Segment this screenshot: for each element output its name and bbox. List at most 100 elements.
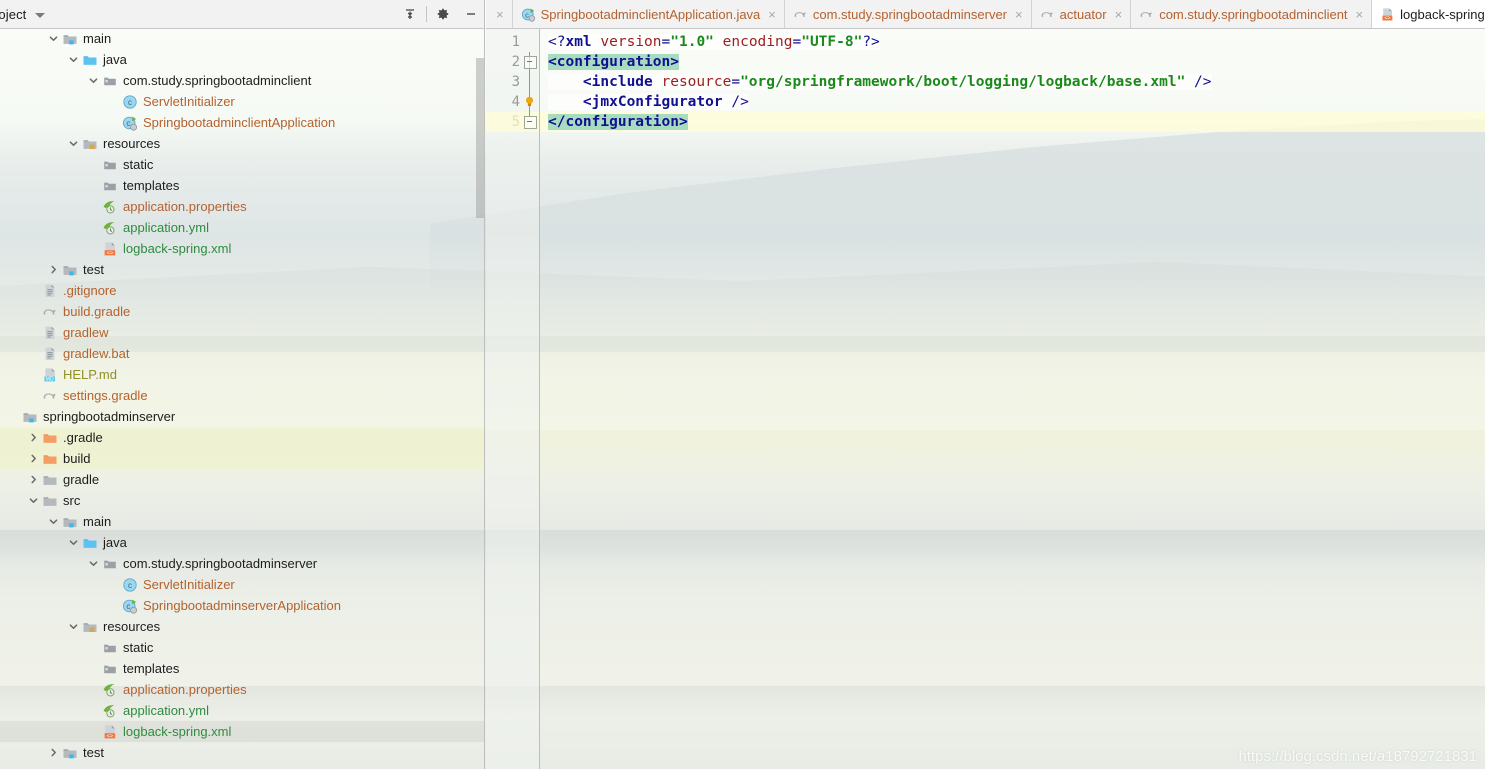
chevron-down-icon[interactable] — [68, 54, 79, 65]
tree-row[interactable]: c SpringbootadminclientApplication — [0, 112, 485, 133]
editor-tab[interactable]: com.study.springbootadminclient × — [1131, 0, 1373, 28]
tree-row[interactable]: springbootadminserver — [0, 406, 485, 427]
spring-properties-icon — [102, 682, 118, 698]
code-token: = — [792, 34, 802, 50]
tree-row[interactable]: c ServletInitializer — [0, 574, 485, 595]
tree-scrollbar-thumb[interactable] — [476, 58, 484, 218]
tree-row[interactable]: application.properties — [0, 196, 485, 217]
close-icon[interactable]: × — [1115, 8, 1123, 21]
tree-row[interactable]: gradle — [0, 469, 485, 490]
folder-icon — [102, 178, 118, 194]
code-line[interactable]: <include resource="org/springframework/b… — [548, 72, 1212, 92]
fold-end-icon[interactable] — [524, 116, 537, 129]
project-tree[interactable]: main java com.study.springbootadminclient c… — [0, 28, 485, 769]
file-icon — [42, 283, 58, 299]
close-icon[interactable]: × — [1356, 8, 1364, 21]
tree-row[interactable]: application.yml — [0, 217, 485, 238]
chevron-right-icon[interactable] — [28, 474, 39, 485]
tree-row[interactable]: java — [0, 49, 485, 70]
gear-icon[interactable] — [429, 0, 457, 28]
chevron-right-icon[interactable] — [28, 432, 39, 443]
tree-row[interactable]: static — [0, 637, 485, 658]
code-token: <configuration> — [548, 54, 679, 70]
code-line[interactable]: </configuration> — [548, 112, 688, 132]
svg-text:<>: <> — [107, 733, 113, 739]
editor-tab[interactable]: × — [486, 0, 513, 28]
tree-row-label: gradlew — [63, 325, 109, 340]
tree-row[interactable]: settings.gradle — [0, 385, 485, 406]
tree-row-label: test — [83, 745, 104, 760]
tree-row-label: build.gradle — [63, 304, 131, 319]
tree-row[interactable]: build.gradle — [0, 301, 485, 322]
tree-row[interactable]: <> logback-spring.xml — [0, 721, 485, 742]
class-icon: c — [122, 94, 138, 110]
tree-row[interactable]: c ServletInitializer — [0, 91, 485, 112]
tree-row[interactable]: com.study.springbootadminserver — [0, 553, 485, 574]
panel-toolbar — [396, 0, 485, 28]
code-editor[interactable]: 12345 <?xml version="1.0" encoding="UTF-… — [486, 28, 1485, 769]
panel-divider[interactable] — [484, 0, 485, 769]
chevron-down-icon[interactable] — [48, 33, 59, 44]
tree-row[interactable]: .gradle — [0, 427, 485, 448]
tree-row-label: gradle — [63, 472, 100, 487]
tree-row[interactable]: templates — [0, 658, 485, 679]
tree-row[interactable]: com.study.springbootadminclient — [0, 70, 485, 91]
tree-row[interactable]: c SpringbootadminserverApplication — [0, 595, 485, 616]
chevron-down-icon[interactable] — [68, 621, 79, 632]
tree-row-label: com.study.springbootadminclient — [123, 73, 312, 88]
tree-row[interactable]: application.properties — [0, 679, 485, 700]
fold-collapse-icon[interactable] — [524, 56, 537, 69]
gradle-icon — [793, 7, 808, 22]
tree-row[interactable]: .gitignore — [0, 280, 485, 301]
tree-row-label: SpringbootadminclientApplication — [143, 115, 336, 130]
tree-row[interactable]: src — [0, 490, 485, 511]
editor-tab[interactable]: <> logback-spring — [1372, 0, 1485, 28]
chevron-down-icon[interactable] — [28, 495, 39, 506]
editor-tab[interactable]: c SpringbootadminclientApplication.java × — [513, 0, 785, 28]
tree-row[interactable]: main — [0, 511, 485, 532]
tree-row[interactable]: gradlew.bat — [0, 343, 485, 364]
editor-tab[interactable]: actuator × — [1032, 0, 1132, 28]
svg-text:<>: <> — [107, 250, 113, 256]
minimize-icon[interactable] — [457, 0, 485, 28]
editor-gutter[interactable]: 12345 — [486, 28, 540, 769]
tree-row[interactable]: java — [0, 532, 485, 553]
chevron-right-icon[interactable] — [28, 453, 39, 464]
chevron-down-icon[interactable] — [35, 12, 46, 18]
tree-row[interactable]: templates — [0, 175, 485, 196]
tree-row[interactable]: resources — [0, 133, 485, 154]
svg-text:c: c — [126, 119, 130, 128]
line-number: 2 — [511, 54, 520, 70]
chevron-down-icon[interactable] — [68, 138, 79, 149]
collapse-all-icon[interactable] — [396, 0, 424, 28]
code-line[interactable]: <configuration> — [548, 52, 679, 72]
tree-row[interactable]: static — [0, 154, 485, 175]
editor-tab-label: SpringbootadminclientApplication.java — [540, 6, 761, 22]
chevron-down-icon[interactable] — [48, 516, 59, 527]
close-icon[interactable]: × — [496, 8, 504, 21]
tree-row[interactable]: gradlew — [0, 322, 485, 343]
chevron-right-icon[interactable] — [48, 747, 59, 758]
close-icon[interactable]: × — [1015, 8, 1023, 21]
editor-tab[interactable]: com.study.springbootadminserver × — [785, 0, 1032, 28]
chevron-down-icon[interactable] — [68, 537, 79, 548]
tree-row[interactable]: application.yml — [0, 700, 485, 721]
tree-row[interactable]: MD HELP.md — [0, 364, 485, 385]
chevron-right-icon[interactable] — [48, 264, 59, 275]
tree-row[interactable]: test — [0, 742, 485, 763]
tree-row[interactable]: resources — [0, 616, 485, 637]
code-line[interactable]: <jmxConfigurator /> — [548, 92, 749, 112]
spring-properties-icon — [102, 199, 118, 215]
tree-row-label: test — [83, 262, 104, 277]
tree-row[interactable]: main — [0, 28, 485, 49]
close-icon[interactable]: × — [768, 8, 776, 21]
chevron-down-icon[interactable] — [88, 75, 99, 86]
tree-row[interactable]: test — [0, 259, 485, 280]
tree-row[interactable]: <> logback-spring.xml — [0, 238, 485, 259]
intention-bulb-icon[interactable] — [523, 95, 536, 108]
code-line[interactable]: <?xml version="1.0" encoding="UTF-8"?> — [548, 32, 880, 52]
code-token: <include — [582, 74, 653, 90]
tree-row[interactable]: build — [0, 448, 485, 469]
chevron-down-icon[interactable] — [88, 558, 99, 569]
svg-text:c: c — [128, 581, 132, 590]
